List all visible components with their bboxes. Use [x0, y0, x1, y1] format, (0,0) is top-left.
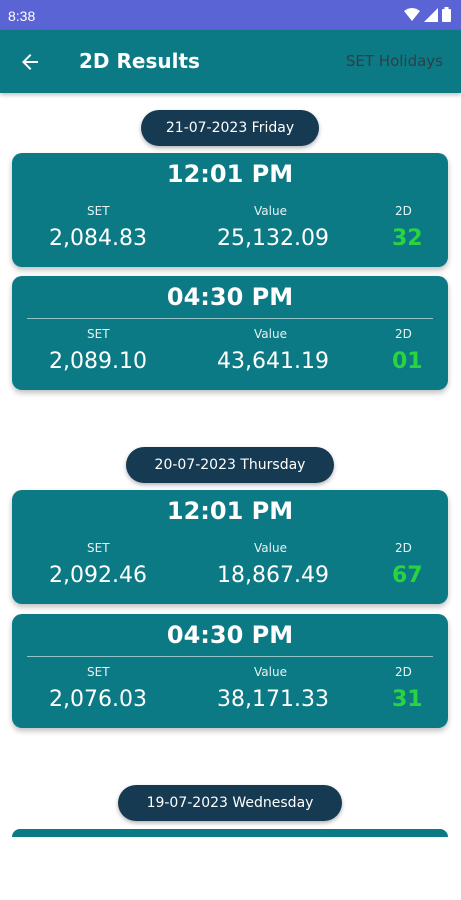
- two-d-label: 2D: [395, 665, 412, 679]
- result-time: 12:01 PM: [166, 160, 294, 188]
- card-divider: [27, 318, 433, 319]
- two-d-label: 2D: [395, 204, 412, 218]
- value-value: 38,171.33: [217, 687, 329, 712]
- result-card[interactable]: 12:01 PM SET Value 2D 2,092.46 18,867.49…: [12, 490, 448, 604]
- value-value: 25,132.09: [217, 226, 329, 251]
- value-label: Value: [254, 541, 287, 555]
- set-value: 2,076.03: [49, 687, 147, 712]
- date-header-day-3: 19-07-2023 Wednesday: [118, 785, 342, 821]
- two-d-value: 32: [392, 226, 423, 251]
- value-value: 43,641.19: [217, 349, 329, 374]
- two-d-label: 2D: [395, 541, 412, 555]
- value-label: Value: [254, 665, 287, 679]
- two-d-value: 67: [392, 563, 423, 588]
- result-card[interactable]: 04:30 PM SET Value 2D 2,076.03 38,171.33…: [12, 614, 448, 728]
- app-bar: 2D Results SET Holidays: [0, 30, 461, 93]
- result-time: 04:30 PM: [166, 283, 294, 311]
- status-time: 8:38: [8, 8, 36, 24]
- wifi-icon: [404, 7, 420, 21]
- set-label: SET: [87, 541, 110, 555]
- value-label: Value: [254, 327, 287, 341]
- result-card[interactable]: 04:30 PM SET Value 2D 2,089.10 43,641.19…: [12, 276, 448, 390]
- set-holidays-button[interactable]: SET Holidays: [346, 52, 443, 70]
- set-label: SET: [87, 204, 110, 218]
- set-value: 2,092.46: [49, 563, 147, 588]
- value-label: Value: [254, 204, 287, 218]
- result-card[interactable]: 12:01 PM SET Value 2D 2,084.83 25,132.09…: [12, 153, 448, 267]
- set-value: 2,084.83: [49, 226, 147, 251]
- two-d-label: 2D: [395, 327, 412, 341]
- set-label: SET: [87, 327, 110, 341]
- signal-icon: [424, 7, 438, 22]
- result-time: 04:30 PM: [166, 621, 294, 649]
- date-header-day-2: 20-07-2023 Thursday: [126, 447, 334, 483]
- result-time: 12:01 PM: [166, 497, 294, 525]
- status-icons: [404, 7, 451, 22]
- page-title: 2D Results: [79, 49, 200, 73]
- set-value: 2,089.10: [49, 349, 147, 374]
- result-card-partial[interactable]: [12, 829, 448, 837]
- two-d-value: 01: [392, 349, 423, 374]
- two-d-value: 31: [392, 687, 423, 712]
- value-value: 18,867.49: [217, 563, 329, 588]
- status-bar: 8:38: [0, 0, 461, 30]
- set-label: SET: [87, 665, 110, 679]
- card-divider: [27, 656, 433, 657]
- date-header-day-1: 21-07-2023 Friday: [141, 110, 319, 146]
- back-arrow-icon[interactable]: [18, 50, 42, 74]
- battery-icon: [442, 7, 451, 22]
